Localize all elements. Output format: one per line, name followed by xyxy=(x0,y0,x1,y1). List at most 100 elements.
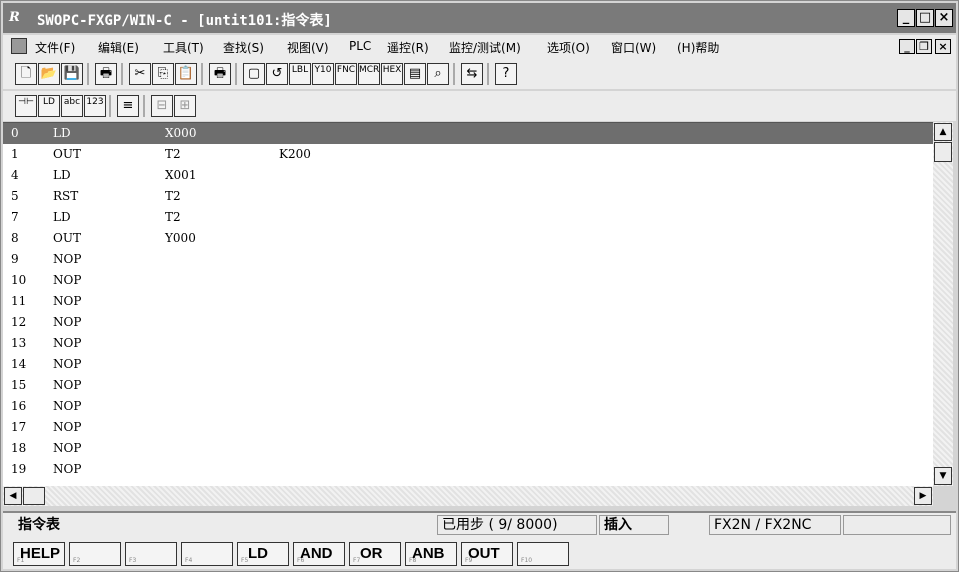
toolbar-separator xyxy=(453,63,455,85)
fkey-or-button[interactable]: F7 OR xyxy=(349,542,401,566)
list-item[interactable]: 4 LD X001 xyxy=(3,165,933,186)
mdi-minimize-button[interactable]: _ xyxy=(899,39,915,54)
instruction-list[interactable]: 0 LD X000 1 OUT T2 K200 4 LD X001 5 RST … xyxy=(3,122,933,487)
maximize-button[interactable]: □ xyxy=(916,9,934,27)
list-item[interactable]: 19 NOP xyxy=(3,459,933,480)
save-icon[interactable]: 💾 xyxy=(61,63,83,85)
list-item[interactable]: 15 NOP xyxy=(3,375,933,396)
step-number: 15 xyxy=(11,378,27,392)
print-preview-icon[interactable]: 🖶 xyxy=(209,63,231,85)
fkey-number: F2 xyxy=(73,557,81,564)
menu-edit[interactable]: 编辑(E) xyxy=(98,39,139,56)
list-item[interactable]: 0 LD X000 xyxy=(3,123,933,144)
horizontal-scrollbar[interactable]: ◀ ▶ xyxy=(3,486,933,506)
instruction-op: NOP xyxy=(53,252,82,266)
fkey-label: AND xyxy=(300,545,333,562)
list-item[interactable]: 7 LD T2 xyxy=(3,207,933,228)
toolbar-separator xyxy=(487,63,489,85)
io-icon[interactable]: Y10 xyxy=(312,63,334,85)
document-icon[interactable]: ▤ xyxy=(404,63,426,85)
list-item[interactable]: 17 NOP xyxy=(3,417,933,438)
mdi-restore-button[interactable]: ❐ xyxy=(916,39,932,54)
ladder-view-icon[interactable]: ⊟ xyxy=(151,95,173,117)
fnc-icon[interactable]: FNC xyxy=(335,63,357,85)
hex-icon[interactable]: HEX xyxy=(381,63,403,85)
binoculars-icon[interactable]: ⌕ xyxy=(427,63,449,85)
scroll-left-icon[interactable]: ◀ xyxy=(4,487,22,505)
instruction-op: NOP xyxy=(53,462,82,476)
print-icon[interactable]: 🖶 xyxy=(95,63,117,85)
paste-icon[interactable]: 📋 xyxy=(175,63,197,85)
open-file-icon[interactable]: 📂 xyxy=(38,63,60,85)
fkey-and-button[interactable]: F6 AND xyxy=(293,542,345,566)
mcr-icon[interactable]: MCR xyxy=(358,63,380,85)
label-icon[interactable]: LBL xyxy=(289,63,311,85)
fkey-label: LD xyxy=(248,545,268,562)
list-item[interactable]: 14 NOP xyxy=(3,354,933,375)
menu-view[interactable]: 视图(V) xyxy=(287,39,329,56)
fkey-number: F3 xyxy=(129,557,137,564)
list-item[interactable]: 11 NOP xyxy=(3,291,933,312)
copy-icon[interactable]: ⎘ xyxy=(152,63,174,85)
document-menu-icon[interactable] xyxy=(11,38,27,54)
fkey-number: F4 xyxy=(185,557,193,564)
list-item[interactable]: 5 RST T2 xyxy=(3,186,933,207)
fkey-f2-button[interactable]: F2 xyxy=(69,542,121,566)
scroll-thumb[interactable] xyxy=(934,142,952,162)
list-item[interactable]: 16 NOP xyxy=(3,396,933,417)
scroll-down-icon[interactable]: ▼ xyxy=(934,467,952,485)
menu-tools[interactable]: 工具(T) xyxy=(163,39,204,56)
status-bar: 指令表 已用步 ( 9/ 8000) 插入 FX2N / FX2NC xyxy=(3,511,956,539)
close-button[interactable]: × xyxy=(935,9,953,27)
list-item[interactable]: 1 OUT T2 K200 xyxy=(3,144,933,165)
menu-file[interactable]: 文件(F) xyxy=(35,39,75,56)
list-item[interactable]: 8 OUT Y000 xyxy=(3,228,933,249)
menu-find[interactable]: 查找(S) xyxy=(223,39,264,56)
instruction-op: NOP xyxy=(53,441,82,455)
fkey-f10-button[interactable]: F10 xyxy=(517,542,569,566)
scrollbar-corner xyxy=(933,486,953,506)
list-item[interactable]: 9 NOP xyxy=(3,249,933,270)
page-icon[interactable]: ▢ xyxy=(243,63,265,85)
scroll-right-icon[interactable]: ▶ xyxy=(914,487,932,505)
ladder-instruction-icon[interactable]: ⊣⊢ xyxy=(15,95,37,117)
ld-or-out-icon[interactable]: LD xyxy=(38,95,60,117)
title-bar[interactable]: R SWOPC-FXGP/WIN-C - [untit101:指令表] _ □ … xyxy=(3,3,956,33)
sfc-view-icon[interactable]: ⊞ xyxy=(174,95,196,117)
fkey-anb-button[interactable]: F8 ANB xyxy=(405,542,457,566)
fkey-help-button[interactable]: F1 HELP xyxy=(13,542,65,566)
list-item[interactable]: 13 NOP xyxy=(3,333,933,354)
page-back-icon[interactable]: ↺ xyxy=(266,63,288,85)
fkey-f3-button[interactable]: F3 xyxy=(125,542,177,566)
menu-monitor-test[interactable]: 监控/测试(M) xyxy=(449,39,521,56)
instruction-op: NOP xyxy=(53,357,82,371)
step-number: 19 xyxy=(11,462,27,476)
instruction-op: LD xyxy=(53,210,71,224)
menu-window[interactable]: 窗口(W) xyxy=(611,39,656,56)
cut-icon[interactable]: ✂ xyxy=(129,63,151,85)
abc-icon[interactable]: abc xyxy=(61,95,83,117)
list-item[interactable]: 10 NOP xyxy=(3,270,933,291)
vertical-scrollbar[interactable]: ▲ ▼ xyxy=(933,122,953,486)
fkey-out-button[interactable]: F9 OUT xyxy=(461,542,513,566)
new-file-icon[interactable]: 🗋 xyxy=(15,63,37,85)
menu-remote[interactable]: 遥控(R) xyxy=(387,39,429,56)
transfer-icon[interactable]: ⇆ xyxy=(461,63,483,85)
minimize-button[interactable]: _ xyxy=(897,9,915,27)
instruction-op: NOP xyxy=(53,315,82,329)
step-number: 11 xyxy=(11,294,27,308)
list-icon[interactable]: ≡ xyxy=(117,95,139,117)
horizontal-scroll-thumb[interactable] xyxy=(23,487,45,505)
help-cursor-icon[interactable]: ? xyxy=(495,63,517,85)
list-item[interactable]: 12 NOP xyxy=(3,312,933,333)
mdi-close-button[interactable]: × xyxy=(935,39,951,54)
numbers-icon[interactable]: 123 xyxy=(84,95,106,117)
menu-help[interactable]: (H)帮助 xyxy=(677,39,719,56)
list-item[interactable]: 18 NOP xyxy=(3,438,933,459)
instruction-op: NOP xyxy=(53,378,82,392)
fkey-ld-button[interactable]: F5 LD xyxy=(237,542,289,566)
scroll-up-icon[interactable]: ▲ xyxy=(934,123,952,141)
menu-plc[interactable]: PLC xyxy=(349,39,371,53)
fkey-f4-button[interactable]: F4 xyxy=(181,542,233,566)
menu-options[interactable]: 选项(O) xyxy=(547,39,590,56)
